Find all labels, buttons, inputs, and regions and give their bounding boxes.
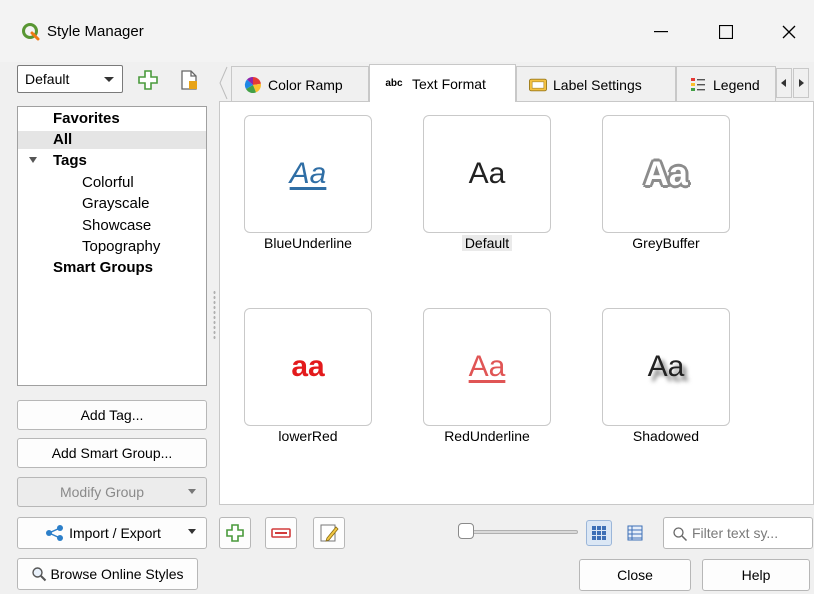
- tree-item-favorites[interactable]: Favorites: [53, 110, 120, 128]
- style-preview-text: Aa: [289, 157, 327, 190]
- remove-item-button[interactable]: [265, 517, 297, 549]
- chevron-down-icon: [188, 489, 196, 494]
- style-name[interactable]: lowerRed: [228, 428, 388, 444]
- chevron-down-icon: [188, 529, 196, 534]
- style-preview-card[interactable]: Aa: [602, 308, 730, 426]
- tab-scroll-edge: [219, 66, 228, 100]
- tab-legend[interactable]: Legend: [676, 66, 776, 102]
- zoom-slider-handle[interactable]: [458, 523, 474, 539]
- library-select-value: Default: [25, 71, 70, 87]
- close-window-button[interactable]: [766, 14, 812, 50]
- chevron-left-icon: [781, 79, 786, 87]
- close-button[interactable]: Close: [579, 559, 691, 591]
- magnifier-icon: [32, 567, 47, 582]
- style-preview-text: Aa: [647, 350, 685, 383]
- expand-arrow-icon[interactable]: [29, 157, 37, 163]
- add-tag-button[interactable]: Add Tag...: [17, 400, 207, 430]
- add-smart-group-button[interactable]: Add Smart Group...: [17, 438, 207, 468]
- style-preview-card[interactable]: Aa: [423, 115, 551, 233]
- modify-group-button[interactable]: Modify Group: [17, 477, 207, 507]
- import-export-label: Import / Export: [69, 525, 161, 541]
- add-library-icon[interactable]: [137, 69, 159, 91]
- tab-label: Color Ramp: [268, 76, 343, 93]
- tab-scroll-left-button[interactable]: [776, 68, 792, 98]
- minimize-button[interactable]: [638, 14, 684, 50]
- browse-online-styles-button[interactable]: Browse Online Styles: [17, 558, 198, 590]
- style-preview-text: Aa: [468, 157, 506, 190]
- style-preview-text: Aa: [468, 350, 506, 383]
- list-view-button[interactable]: [622, 520, 648, 546]
- edit-item-button[interactable]: [313, 517, 345, 549]
- tree-item-all[interactable]: All: [18, 131, 206, 149]
- style-preview-text: aa: [291, 350, 325, 383]
- chevron-right-icon: [799, 79, 804, 87]
- zoom-slider-track[interactable]: [472, 530, 578, 534]
- add-item-button[interactable]: [219, 517, 251, 549]
- panel-splitter[interactable]: [213, 290, 216, 340]
- tree-item-smart-groups[interactable]: Smart Groups: [53, 259, 153, 277]
- tab-label-settings[interactable]: Label Settings: [516, 66, 676, 102]
- icon-view-icon: [592, 526, 606, 540]
- style-name[interactable]: GreyBuffer: [586, 235, 746, 251]
- close-icon: [782, 25, 796, 39]
- tree-item-tags[interactable]: Tags: [53, 152, 87, 170]
- text-format-icon: abc: [385, 78, 403, 89]
- legend-icon: [689, 77, 707, 93]
- tab-scroll-right-button[interactable]: [793, 68, 809, 98]
- color-ramp-icon: [244, 76, 262, 93]
- remove-item-icon: [271, 528, 291, 538]
- style-name[interactable]: Shadowed: [586, 428, 746, 444]
- tab-label: Text Format: [412, 75, 486, 92]
- tree-item-tag[interactable]: Showcase: [82, 217, 151, 235]
- style-preview-card[interactable]: Aa: [602, 115, 730, 233]
- icon-view-button[interactable]: [586, 520, 612, 546]
- maximize-icon: [719, 25, 733, 39]
- modify-group-label: Modify Group: [59, 484, 145, 500]
- minimize-icon: [654, 31, 668, 33]
- style-preview-card[interactable]: Aa: [423, 308, 551, 426]
- title-bar: Style Manager: [0, 0, 814, 62]
- style-preview-text: Aa: [644, 154, 688, 193]
- help-button[interactable]: Help: [702, 559, 810, 591]
- tab-color-ramp[interactable]: Color Ramp: [231, 66, 369, 102]
- search-icon: [673, 527, 688, 542]
- new-library-icon[interactable]: [178, 69, 200, 91]
- qgis-logo-icon: [22, 23, 40, 41]
- list-view-icon: [627, 525, 643, 541]
- style-manager-window: Style Manager Default Favorites All Tags…: [0, 0, 814, 594]
- tree-item-tag[interactable]: Colorful: [82, 174, 134, 192]
- filter-box[interactable]: [663, 517, 813, 549]
- style-preview-card[interactable]: Aa: [244, 115, 372, 233]
- style-name: Default: [461, 235, 513, 251]
- style-name[interactable]: RedUnderline: [407, 428, 567, 444]
- maximize-button[interactable]: [703, 14, 749, 50]
- label-settings-icon: [529, 77, 547, 93]
- tab-label: Legend: [713, 76, 760, 93]
- tab-label: Label Settings: [553, 76, 642, 93]
- style-name-selected[interactable]: Default: [407, 235, 567, 251]
- window-title: Style Manager: [47, 23, 144, 40]
- tab-text-format[interactable]: abc Text Format: [369, 64, 516, 102]
- style-name[interactable]: BlueUnderline: [228, 235, 388, 251]
- tree-item-tag[interactable]: Grayscale: [82, 195, 150, 213]
- share-icon: [46, 525, 64, 541]
- browse-online-styles-label: Browse Online Styles: [50, 566, 184, 582]
- tree-item-tag[interactable]: Topography: [82, 238, 160, 256]
- edit-item-icon: [320, 524, 339, 542]
- library-select[interactable]: Default: [17, 65, 123, 93]
- style-preview-card[interactable]: aa: [244, 308, 372, 426]
- import-export-button[interactable]: Import / Export: [17, 517, 207, 549]
- chevron-down-icon: [104, 77, 114, 82]
- add-item-icon: [226, 524, 244, 542]
- filter-input[interactable]: [692, 522, 810, 544]
